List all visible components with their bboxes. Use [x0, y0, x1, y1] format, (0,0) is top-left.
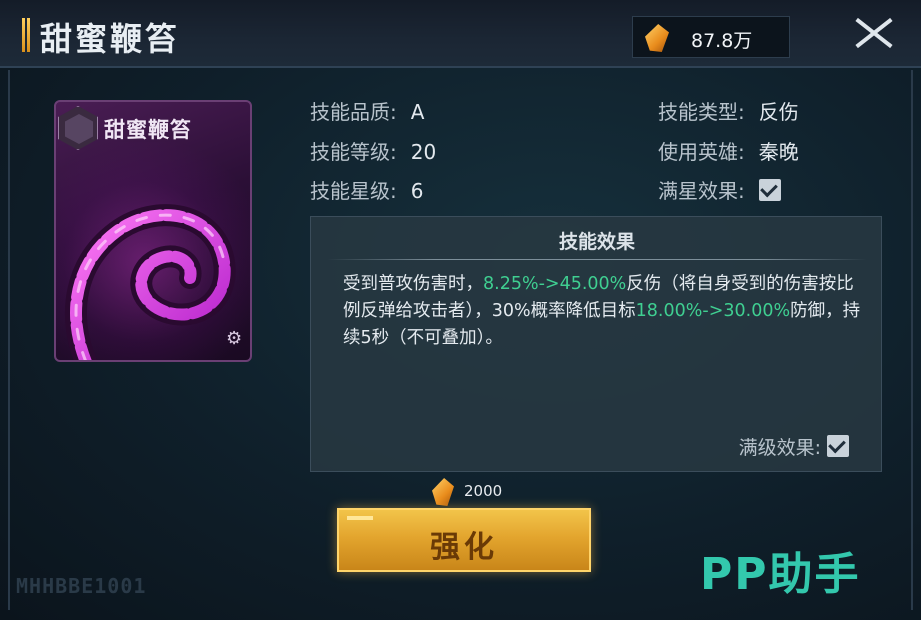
effect-title: 技能效果 [558, 231, 635, 253]
skill-star-value: 6 [410, 179, 424, 203]
upgrade-button[interactable]: 强化 [337, 508, 591, 572]
skill-level-value: 20 [410, 140, 437, 164]
upgrade-cost-value: 2000 [464, 482, 503, 500]
skill-hero-label: 使用英雄: [658, 140, 745, 164]
skill-star-label: 技能星级: [310, 179, 397, 203]
whip-artwork [65, 204, 236, 360]
max-level-label: 满级效果: [738, 437, 821, 459]
currency-value: 87.8万 [691, 30, 753, 52]
crystal-icon [645, 24, 669, 52]
currency-display: 87.8万 [632, 16, 790, 58]
corner-code: MHHBBE1001 [16, 574, 147, 598]
max-star-label: 满星效果: [658, 179, 745, 203]
button-tag [347, 516, 373, 520]
skill-quality: 技能品质: A [310, 96, 424, 125]
upgrade-button-label: 强化 [430, 530, 498, 565]
skill-card: 甜蜜鞭笞 ⚙ [54, 100, 252, 362]
max-star-effect: 满星效果: [658, 175, 781, 204]
skill-type-value: 反伤 [758, 100, 799, 124]
effect-divider [327, 259, 867, 260]
title-accent [22, 18, 30, 52]
skill-quality-value: A [410, 100, 425, 124]
effect-description: 受到普攻伤害时，8.25%->45.00%反伤（将自身受到的伤害按比例反弹给攻击… [343, 271, 863, 352]
skill-level-label: 技能等级: [310, 140, 397, 164]
close-button[interactable] [842, 8, 906, 58]
gear-icon: ⚙ [226, 328, 243, 349]
frame-border-right [911, 70, 913, 610]
effect-highlight-2: 18.00%->30.00% [635, 301, 791, 321]
skill-hero-value: 秦晚 [758, 140, 799, 164]
skill-quality-label: 技能品质: [310, 100, 397, 124]
skill-hero: 使用英雄: 秦晚 [658, 136, 799, 165]
card-title: 甜蜜鞭笞 [104, 117, 192, 142]
max-level-effect: 满级效果: [739, 433, 849, 460]
max-level-checkbox[interactable] [827, 435, 849, 457]
frame-border-left [8, 70, 10, 610]
page-title: 甜蜜鞭笞 [40, 20, 181, 58]
skill-type: 技能类型: 反伤 [658, 96, 799, 125]
effect-panel: 技能效果 受到普攻伤害时，8.25%->45.00%反伤（将自身受到的伤害按比例… [310, 216, 882, 472]
skill-level: 技能等级: 20 [310, 136, 436, 165]
effect-text-1: 受到普攻伤害时， [343, 274, 483, 294]
skill-star: 技能星级: 6 [310, 175, 423, 204]
watermark-logo: PP助手 [700, 549, 861, 600]
max-star-checkbox[interactable] [758, 179, 781, 201]
effect-highlight-1: 8.25%->45.00% [483, 274, 627, 294]
skill-type-label: 技能类型: [658, 100, 745, 124]
